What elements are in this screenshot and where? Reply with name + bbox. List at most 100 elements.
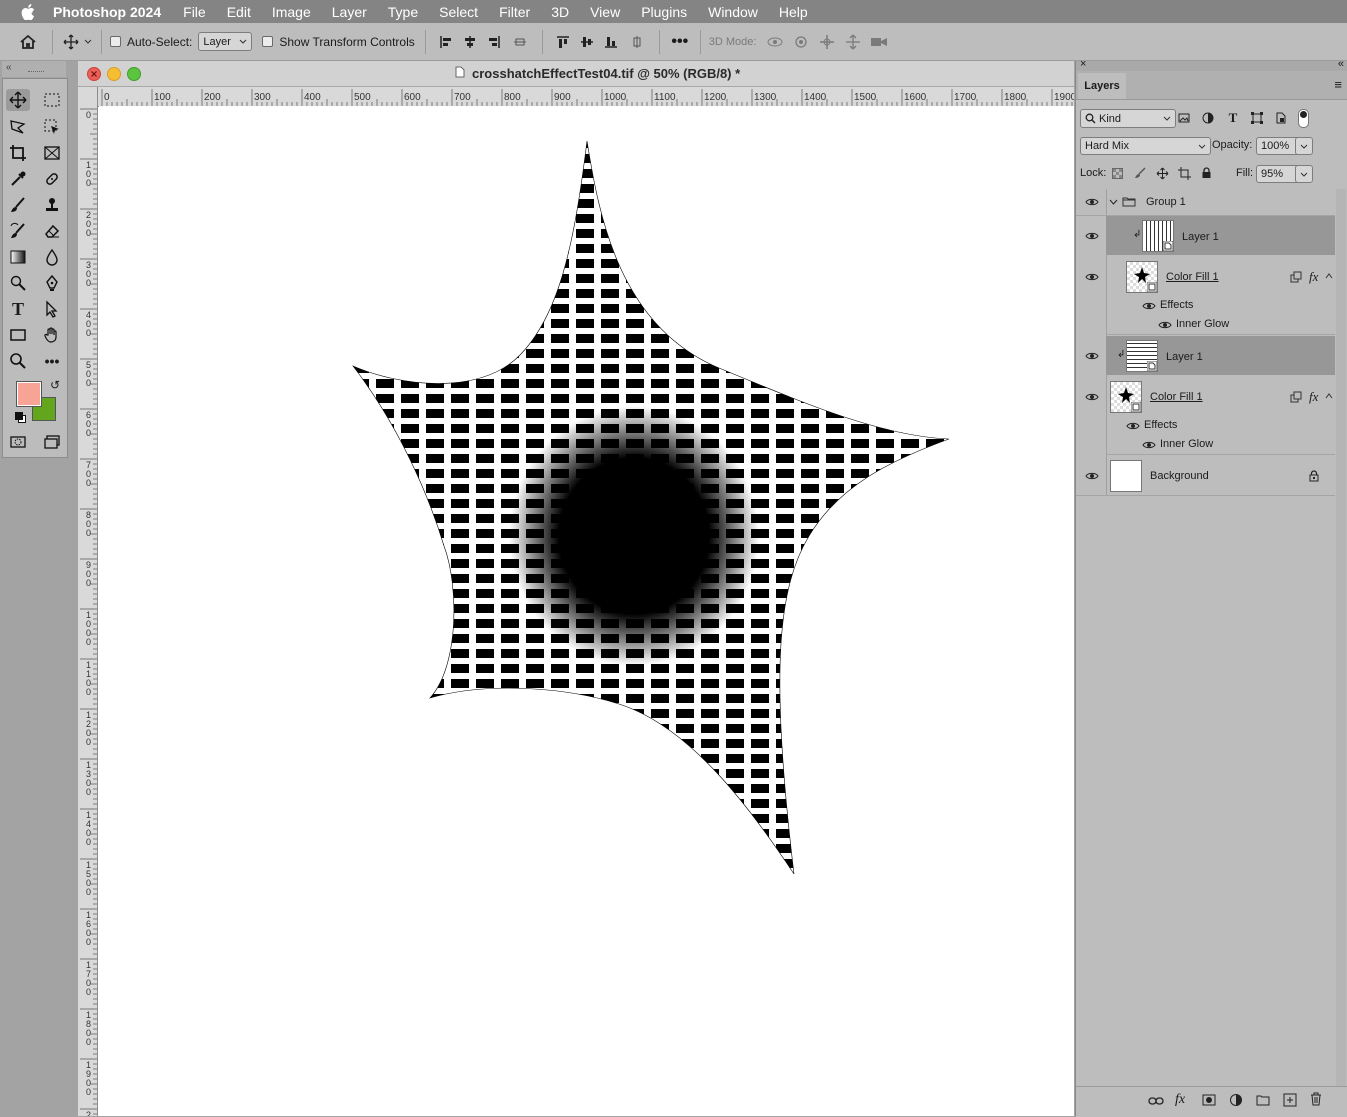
menu-select[interactable]: Select — [439, 4, 478, 20]
history-brush-tool[interactable] — [6, 220, 30, 242]
collapse-panel-icon[interactable]: « — [1338, 58, 1344, 70]
pen-tool[interactable] — [40, 272, 64, 294]
opacity-dropdown[interactable] — [1295, 137, 1313, 155]
blur-tool[interactable] — [40, 246, 64, 268]
fx-icon[interactable]: fx — [1309, 389, 1318, 405]
gradient-tool[interactable] — [6, 246, 30, 268]
menu-filter[interactable]: Filter — [499, 4, 530, 20]
distribute-vertical-icon[interactable] — [623, 35, 651, 49]
filter-adjustment-icon[interactable] — [1200, 110, 1216, 126]
add-mask-icon[interactable] — [1202, 1094, 1216, 1106]
chevron-up-icon[interactable] — [1325, 393, 1333, 399]
fx-icon[interactable]: fx — [1309, 269, 1318, 285]
default-colors-icon[interactable] — [15, 412, 26, 423]
clone-stamp-tool[interactable] — [40, 194, 64, 216]
dodge-tool[interactable] — [6, 272, 30, 294]
close-panel-icon[interactable]: × — [1080, 58, 1086, 70]
3d-camera-icon[interactable] — [866, 36, 892, 48]
menu-file[interactable]: File — [183, 4, 206, 20]
minimize-window-button[interactable] — [107, 67, 121, 81]
rectangle-tool[interactable] — [6, 324, 30, 346]
auto-select-dropdown[interactable]: Layer — [198, 32, 253, 51]
chevron-down-icon[interactable] — [83, 39, 93, 44]
app-name[interactable]: Photoshop 2024 — [53, 4, 161, 20]
link-icon[interactable] — [1148, 1096, 1164, 1106]
link-layers-icon[interactable] — [1290, 391, 1302, 403]
auto-select-checkbox[interactable] — [110, 36, 121, 47]
filter-kind-dropdown[interactable]: Kind — [1080, 109, 1176, 128]
swap-colors-icon[interactable]: ↺ — [50, 378, 60, 392]
3d-slide-icon[interactable] — [840, 34, 866, 50]
align-bottom-icon[interactable] — [599, 35, 623, 49]
horizontal-ruler[interactable]: 0 100 200 300 400 500 600 700 800 900 1000 1100 1200… — [98, 87, 1074, 107]
layer-row-group-1[interactable]: Group 1 — [1076, 189, 1335, 216]
new-group-folder-icon[interactable] — [1256, 1094, 1270, 1106]
align-vcenter-icon[interactable] — [575, 35, 599, 49]
menu-type[interactable]: Type — [388, 4, 418, 20]
edit-toolbar-button[interactable]: ••• — [40, 350, 64, 372]
eye-icon[interactable] — [1085, 351, 1099, 361]
foreground-color-swatch[interactable] — [16, 381, 42, 407]
eye-icon[interactable] — [1085, 392, 1099, 402]
eraser-tool[interactable] — [40, 220, 64, 242]
type-tool[interactable]: T — [6, 298, 30, 320]
tab-layers[interactable]: Layers — [1078, 73, 1126, 99]
eye-icon[interactable] — [1126, 421, 1140, 431]
new-layer-icon[interactable] — [1283, 1093, 1297, 1107]
3d-orbit-icon[interactable] — [762, 35, 788, 49]
screen-mode-button[interactable] — [40, 431, 64, 453]
filter-smart-object-icon[interactable] — [1273, 110, 1289, 126]
hand-tool[interactable] — [40, 324, 64, 346]
fill-dropdown[interactable] — [1295, 165, 1313, 183]
quick-mask-button[interactable] — [6, 431, 30, 453]
eye-icon[interactable] — [1142, 440, 1156, 450]
document-title-bar[interactable]: crosshatchEffectTest04.tif @ 50% (RGB/8)… — [78, 61, 1074, 87]
filter-toggle[interactable] — [1298, 109, 1309, 128]
trash-icon[interactable] — [1310, 1092, 1322, 1106]
path-selection-tool[interactable] — [40, 298, 64, 320]
eye-icon[interactable] — [1158, 320, 1172, 330]
layers-scrollbar[interactable] — [1336, 189, 1346, 1089]
move-tool-icon[interactable] — [61, 34, 81, 50]
opacity-input[interactable]: 100% — [1256, 137, 1300, 155]
eye-icon[interactable] — [1085, 231, 1099, 241]
lasso-tool[interactable] — [6, 116, 30, 138]
move-tool[interactable] — [6, 89, 30, 111]
align-top-icon[interactable] — [551, 35, 575, 49]
show-transform-checkbox[interactable] — [262, 36, 274, 47]
panel-menu-icon[interactable]: ≡ — [1334, 77, 1342, 92]
filter-shape-icon[interactable] — [1249, 110, 1265, 126]
maximize-window-button[interactable] — [127, 67, 141, 81]
marquee-tool[interactable] — [40, 89, 64, 111]
crop-tool[interactable] — [6, 142, 30, 164]
add-style-fx-icon[interactable]: fx — [1175, 1092, 1185, 1108]
lock-position-icon[interactable] — [1154, 165, 1170, 181]
close-window-button[interactable] — [87, 67, 101, 81]
vertical-ruler[interactable]: 0 100 200 300 400 500 600 700 800 900 1000 1100 1200… — [78, 87, 98, 1116]
object-selection-tool[interactable] — [40, 116, 64, 138]
menu-window[interactable]: Window — [708, 4, 758, 20]
3d-roll-icon[interactable] — [788, 35, 814, 49]
filter-type-icon[interactable]: T — [1225, 110, 1241, 126]
eye-icon[interactable] — [1085, 272, 1099, 282]
healing-brush-tool[interactable] — [40, 168, 64, 190]
blend-mode-dropdown[interactable]: Hard Mix — [1080, 137, 1211, 155]
align-left-icon[interactable] — [434, 35, 458, 49]
menu-edit[interactable]: Edit — [227, 4, 251, 20]
new-adjustment-icon[interactable] — [1229, 1093, 1243, 1107]
chevron-up-icon[interactable] — [1325, 273, 1333, 279]
canvas[interactable] — [99, 106, 1074, 1116]
menu-plugins[interactable]: Plugins — [641, 4, 687, 20]
frame-tool[interactable] — [40, 142, 64, 164]
eyedropper-tool[interactable] — [6, 168, 30, 190]
align-right-icon[interactable] — [482, 35, 506, 49]
filter-pixel-icon[interactable] — [1176, 110, 1192, 126]
link-layers-icon[interactable] — [1290, 271, 1302, 283]
eye-icon[interactable] — [1085, 471, 1099, 481]
collapse-icon[interactable]: « — [6, 62, 12, 73]
grip-icon[interactable] — [28, 71, 44, 74]
lock-transparent-icon[interactable] — [1109, 165, 1125, 181]
more-options-icon[interactable]: ••• — [668, 33, 692, 51]
lock-all-icon[interactable] — [1198, 165, 1214, 181]
eye-icon[interactable] — [1142, 301, 1156, 311]
